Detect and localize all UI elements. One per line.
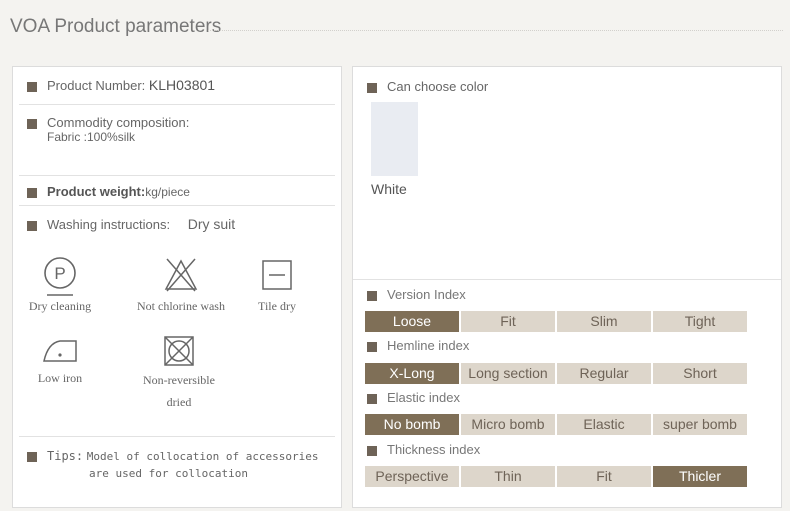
bullet-icon [367,290,377,301]
bullet-icon [27,81,37,92]
parameters-panel: Product Number: KLH03801 Commodity compo… [12,66,342,508]
bullet-icon [27,187,37,198]
thickness-option-perspective[interactable]: Perspective [365,466,459,487]
washing-value: Dry suit [187,216,236,232]
bullet-icon [367,445,377,456]
tips-line1: Model of collocation of accessories [86,450,319,463]
washing-label: Washing instructions: [47,217,171,232]
care-low-iron: Low iron [10,333,110,389]
version-option-fit[interactable]: Fit [461,311,555,332]
version-option-tight[interactable]: Tight [653,311,747,332]
page-title: VOA Product parameters [10,16,222,37]
hemline-option-regular[interactable]: Regular [557,363,651,384]
care-label: Not chlorine wash [137,299,225,313]
no-tumble-dry-icon [164,336,194,366]
hemline-option-x-long[interactable]: X-Long [365,363,459,384]
thickness-index-options: Perspective Thin Fit Thicler [365,466,747,487]
no-chlorine-icon [164,258,198,292]
dry-cleaning-icon: P [44,257,76,296]
care-no-tumble-dry: Non-reversible dried [129,333,229,413]
thickness-option-fit[interactable]: Fit [557,466,651,487]
color-swatch-white[interactable] [371,102,418,176]
composition-row: Commodity composition: Fabric :100%silk [13,115,341,144]
elastic-option-elastic[interactable]: Elastic [557,414,651,435]
weight-label: Product weight: [47,184,146,199]
tips-line2: are used for collocation [89,467,248,480]
product-number-row: Product Number: KLH03801 [13,77,341,93]
color-label: Can choose color [387,79,489,94]
tile-dry-icon [262,260,292,290]
bullet-icon [27,451,37,462]
low-iron-icon [43,340,77,362]
hemline-option-long-section[interactable]: Long section [461,363,555,384]
product-number-label: Product Number: [47,78,146,93]
version-index-options: Loose Fit Slim Tight [365,311,747,332]
divider [19,175,335,176]
care-label: Low iron [37,371,83,385]
washing-row: Washing instructions: Dry suit [13,216,341,232]
thickness-option-thin[interactable]: Thin [461,466,555,487]
version-option-loose[interactable]: Loose [365,311,459,332]
weight-row: Product weight:kg/piece [13,184,341,199]
bullet-icon [27,118,37,129]
care-no-chlorine: Not chlorine wash [121,255,241,317]
divider [353,279,781,280]
tips-label: Tips: [47,449,84,463]
version-option-slim[interactable]: Slim [557,311,651,332]
elastic-option-no-bomb[interactable]: No bomb [365,414,459,435]
care-label: Tile dry [258,299,296,313]
divider [19,436,335,437]
color-row: Can choose color [353,79,781,94]
care-label: Non-reversible [143,373,215,387]
bullet-icon [367,82,377,93]
hemline-option-short[interactable]: Short [653,363,747,384]
index-label-version: Version Index [367,287,466,302]
bullet-icon [367,341,377,352]
color-name: White [371,181,407,197]
care-label: Dry cleaning [28,299,92,313]
index-label-thickness: Thickness index [367,442,480,457]
divider [19,104,335,105]
hemline-index-options: X-Long Long section Regular Short [365,363,747,384]
bullet-icon [27,220,37,231]
elastic-index-options: No bomb Micro bomb Elastic super bomb [365,414,747,435]
svg-text:P: P [54,264,65,283]
color-and-index-panel: Can choose color White Version Index Loo… [352,66,782,508]
care-tile-dry: Tile dry [227,255,327,317]
thickness-option-thicler[interactable]: Thicler [653,466,747,487]
page-header: VOA Product parameters [0,0,790,58]
fabric-value: Fabric :100%silk [47,130,136,144]
index-label-hemline: Hemline index [367,338,469,353]
header-divider [208,30,783,31]
elastic-option-micro-bomb[interactable]: Micro bomb [461,414,555,435]
bullet-icon [367,393,377,404]
composition-label: Commodity composition: [47,115,190,130]
elastic-option-super-bomb[interactable]: super bomb [653,414,747,435]
care-dry-cleaning: P Dry cleaning [10,255,110,317]
divider [19,205,335,206]
index-label-elastic: Elastic index [367,390,460,405]
care-label-line2: dried [166,395,192,409]
product-number-value: KLH03801 [148,77,216,93]
weight-value: kg/piece [145,185,190,199]
tips-row: Tips: Model of collocation of accessorie… [13,448,341,480]
